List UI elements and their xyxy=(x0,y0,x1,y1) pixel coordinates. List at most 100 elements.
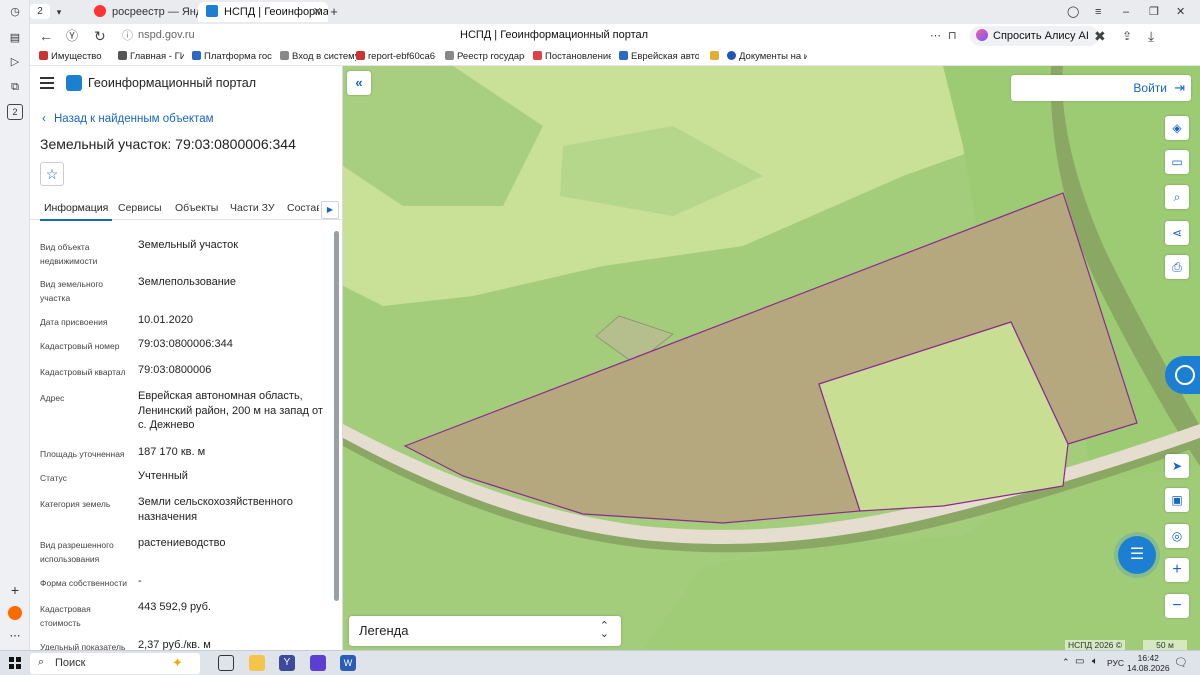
clock[interactable]: 16:42 14.08.2026 xyxy=(1127,653,1170,673)
tab-objects[interactable]: Объекты xyxy=(175,202,218,214)
bookmark-item[interactable]: Реестр государст... xyxy=(445,50,525,64)
extension-icon[interactable]: ✖ xyxy=(1094,28,1106,44)
url-field[interactable]: nspd.gov.ru xyxy=(138,29,195,41)
zoom-in-button[interactable]: + xyxy=(1165,558,1189,582)
download-icon[interactable]: ⤓ xyxy=(1148,28,1154,44)
profile-icon[interactable]: ◯ xyxy=(1067,2,1081,22)
legend-dropdown[interactable]: Легенда ⌃ ⌄ xyxy=(349,616,621,646)
new-tab-button[interactable]: + xyxy=(326,2,342,22)
tab-strip: 2 ▾ росреестр — Яндекс: нашлось НСПД | Г… xyxy=(30,0,1200,24)
copilot-icon: ✦ xyxy=(172,655,183,670)
search-icon: ⌕ xyxy=(38,656,45,668)
tab-parts[interactable]: Части ЗУ xyxy=(230,202,275,214)
bookmark-item[interactable]: Имущество xyxy=(39,50,109,64)
bookmark-item[interactable] xyxy=(710,50,722,64)
ruler-button[interactable]: ▭ xyxy=(1165,150,1189,174)
share-icon[interactable]: ⇪ xyxy=(1122,28,1132,44)
layers-button[interactable]: ◈ xyxy=(1165,116,1189,140)
yandex-logo-icon[interactable]: Ⓨ xyxy=(66,28,78,44)
geolocation-button[interactable]: ◎ xyxy=(1165,524,1189,548)
property-key: Кадастровая стоимость xyxy=(40,604,91,628)
word-icon[interactable]: W xyxy=(340,655,356,671)
tray-chevron-icon[interactable]: ⌃ xyxy=(1062,657,1070,668)
notification-icon[interactable]: 🗨︎ xyxy=(1174,656,1188,669)
property-value: Землепользование xyxy=(138,276,237,288)
property-value: Земельный участок xyxy=(138,239,239,251)
print-icon: ⎙ xyxy=(1172,260,1182,274)
file-explorer-icon[interactable] xyxy=(249,655,265,671)
tab-nspd[interactable]: НСПД | Геоинформационный ✕ xyxy=(198,2,328,22)
badge-icon[interactable]: 2 xyxy=(7,104,23,120)
back-to-results-link[interactable]: ‹ Назад к найденным объектам xyxy=(42,111,214,125)
plus-icon: + xyxy=(1172,561,1182,578)
bookmark-item[interactable]: Еврейская автоно... xyxy=(619,50,699,64)
login-button[interactable]: Войти ⇥ xyxy=(1011,75,1191,101)
menu-icon[interactable]: ≡ xyxy=(1095,2,1109,22)
ruler-icon: ▭ xyxy=(1171,155,1183,169)
star-icon: ☆ xyxy=(45,166,59,182)
print-button[interactable]: ⎙ xyxy=(1165,255,1189,279)
tab-list-chevron-icon[interactable]: ▾ xyxy=(52,2,66,22)
more-icon[interactable]: ⋯ xyxy=(7,628,23,644)
chat-button[interactable]: ☰ xyxy=(1118,536,1156,574)
bookmark-item[interactable]: Главная - ГИС ГМП xyxy=(118,50,184,64)
minimap-button[interactable]: ▣ xyxy=(1165,488,1189,512)
search-area-button[interactable]: ⌕ xyxy=(1165,185,1189,209)
share-button[interactable]: ⋖ xyxy=(1165,221,1189,245)
bookmark-icon[interactable]: ⊓ xyxy=(948,28,957,44)
volume-icon[interactable]: 🔈︎ xyxy=(1092,656,1098,667)
login-label: Войти xyxy=(1133,81,1167,95)
tab-services[interactable]: Сервисы xyxy=(118,202,162,214)
locate-button[interactable]: ➤ xyxy=(1165,454,1189,478)
collections-icon[interactable]: ▤ xyxy=(7,30,23,46)
tab-composition[interactable]: Состав xyxy=(287,202,319,214)
zoom-out-button[interactable]: − xyxy=(1165,594,1189,618)
back-arrow-icon[interactable]: ← xyxy=(39,28,53,44)
map-view[interactable]: « Войти ⇥ ◈ ▭ ⌕ ⋖ ⎙ ➤ ▣ ◎ + − ☰ Легенда ⌃… xyxy=(343,66,1200,650)
screenshot-icon[interactable]: ⧉ xyxy=(7,79,23,95)
navigation-arrow-icon: ➤ xyxy=(1171,459,1183,473)
bookmark-item[interactable]: Постановление П... xyxy=(533,50,611,64)
collapse-panel-button[interactable]: « xyxy=(347,71,371,95)
restore-icon[interactable]: ❐ xyxy=(1149,2,1163,22)
hamburger-menu-icon[interactable] xyxy=(40,77,54,89)
legend-label: Легенда xyxy=(359,623,409,638)
favorite-star-button[interactable]: ☆ xyxy=(40,162,64,186)
bookmark-item[interactable]: Документы на ис... xyxy=(727,50,807,64)
tab-information[interactable]: Информация xyxy=(39,202,113,221)
play-icon[interactable]: ▷ xyxy=(7,54,23,70)
share-icon: ⋖ xyxy=(1171,226,1183,240)
minimize-icon[interactable]: – xyxy=(1123,2,1137,22)
panel-scrollbar[interactable] xyxy=(334,231,339,601)
tab-count-badge[interactable]: 2 xyxy=(30,4,50,19)
yandex-favicon-icon xyxy=(94,5,106,17)
property-value: растениеводство xyxy=(138,537,226,549)
site-info-icon[interactable]: ⓘ xyxy=(122,28,133,44)
yandex-browser-icon[interactable]: Y xyxy=(279,655,295,671)
bookmark-item[interactable]: report-ebf60ca6-4... xyxy=(356,50,436,64)
property-key: Форма собственности xyxy=(40,578,127,588)
windows-start-icon[interactable] xyxy=(9,657,21,669)
bookmark-item[interactable]: Платформа госуд... xyxy=(192,50,272,64)
language-indicator[interactable]: РУС xyxy=(1107,658,1124,668)
map-canvas[interactable] xyxy=(343,66,1200,650)
taskbar-search[interactable]: ⌕ Поиск ✦ xyxy=(30,653,200,674)
search-area-icon: ⌕ xyxy=(1173,190,1181,204)
task-view-icon[interactable] xyxy=(218,655,234,671)
tabs-next-button[interactable]: ▶ xyxy=(321,201,339,219)
map-scale: 50 м xyxy=(1143,640,1187,650)
network-icon[interactable]: ▭ xyxy=(1075,656,1084,667)
alice-button[interactable]: Спросить Алису AI xyxy=(970,26,1099,46)
reload-icon[interactable]: ↻ xyxy=(94,28,106,44)
add-icon[interactable]: + xyxy=(7,582,23,598)
clock-time: 16:42 xyxy=(1137,653,1159,663)
bookmark-item[interactable]: Вход в систему xyxy=(280,50,356,64)
property-value: 187 170 кв. м xyxy=(138,446,206,458)
more-options-icon[interactable]: ⋯ xyxy=(930,28,941,44)
rosreestr-widget[interactable] xyxy=(1165,356,1200,394)
history-icon[interactable]: ◷ xyxy=(7,4,23,20)
close-window-icon[interactable]: ✕ xyxy=(1176,2,1190,22)
zen-icon[interactable] xyxy=(8,606,22,620)
close-tab-icon[interactable]: ✕ xyxy=(313,2,322,22)
app-icon[interactable] xyxy=(310,655,326,671)
